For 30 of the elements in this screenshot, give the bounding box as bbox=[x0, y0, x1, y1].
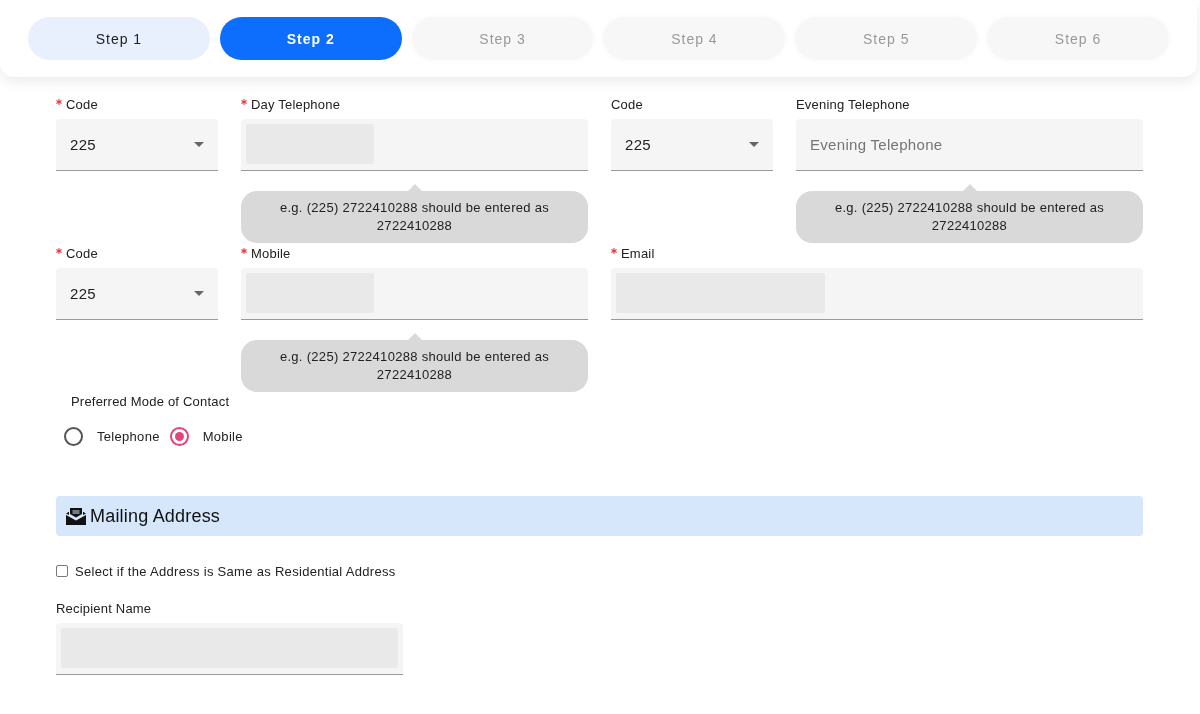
radio-option[interactable]: Telephone bbox=[64, 427, 160, 446]
field-label: Code bbox=[611, 96, 643, 112]
caret-icon bbox=[194, 142, 204, 147]
field-label: Day Telephone bbox=[251, 96, 341, 112]
phone-field[interactable] bbox=[241, 119, 588, 171]
checkbox-option[interactable]: Select if the Address is Same as Residential Address bbox=[56, 563, 396, 579]
field-label: Code bbox=[66, 245, 98, 261]
step-tab[interactable]: Step 2 bbox=[219, 17, 402, 60]
name-field[interactable] bbox=[56, 623, 403, 675]
hint-tooltip: e.g. (225) 2722410288 should be entered as 2722410288 bbox=[241, 184, 588, 243]
caret-icon bbox=[749, 142, 759, 147]
field-label: Code bbox=[66, 96, 98, 112]
code-select[interactable]: 225 bbox=[56, 268, 218, 320]
caret-icon bbox=[194, 291, 204, 296]
email-field[interactable] bbox=[611, 268, 1143, 320]
envelope-icon bbox=[66, 507, 86, 525]
code-select[interactable]: 225 bbox=[611, 119, 773, 171]
radio-option[interactable]: Mobile bbox=[169, 427, 243, 446]
phone-field[interactable] bbox=[241, 268, 588, 320]
field-label: Evening Telephone bbox=[796, 96, 910, 112]
hint-tooltip: e.g. (225) 2722410288 should be entered as 2722410288 bbox=[241, 333, 588, 392]
hint-tooltip: e.g. (225) 2722410288 should be entered as 2722410288 bbox=[796, 184, 1143, 243]
section-title: Mailing Address bbox=[90, 505, 221, 527]
group-label: Preferred Mode of Contact bbox=[71, 394, 230, 410]
field-label: Email bbox=[621, 245, 655, 261]
code-select[interactable]: 225 bbox=[56, 119, 218, 171]
field-label: Recipient Name bbox=[56, 600, 152, 616]
step-tab[interactable]: Step 1 bbox=[28, 17, 210, 60]
phone-field[interactable]: Evening Telephone bbox=[796, 119, 1143, 171]
field-label: Mobile bbox=[251, 245, 291, 261]
